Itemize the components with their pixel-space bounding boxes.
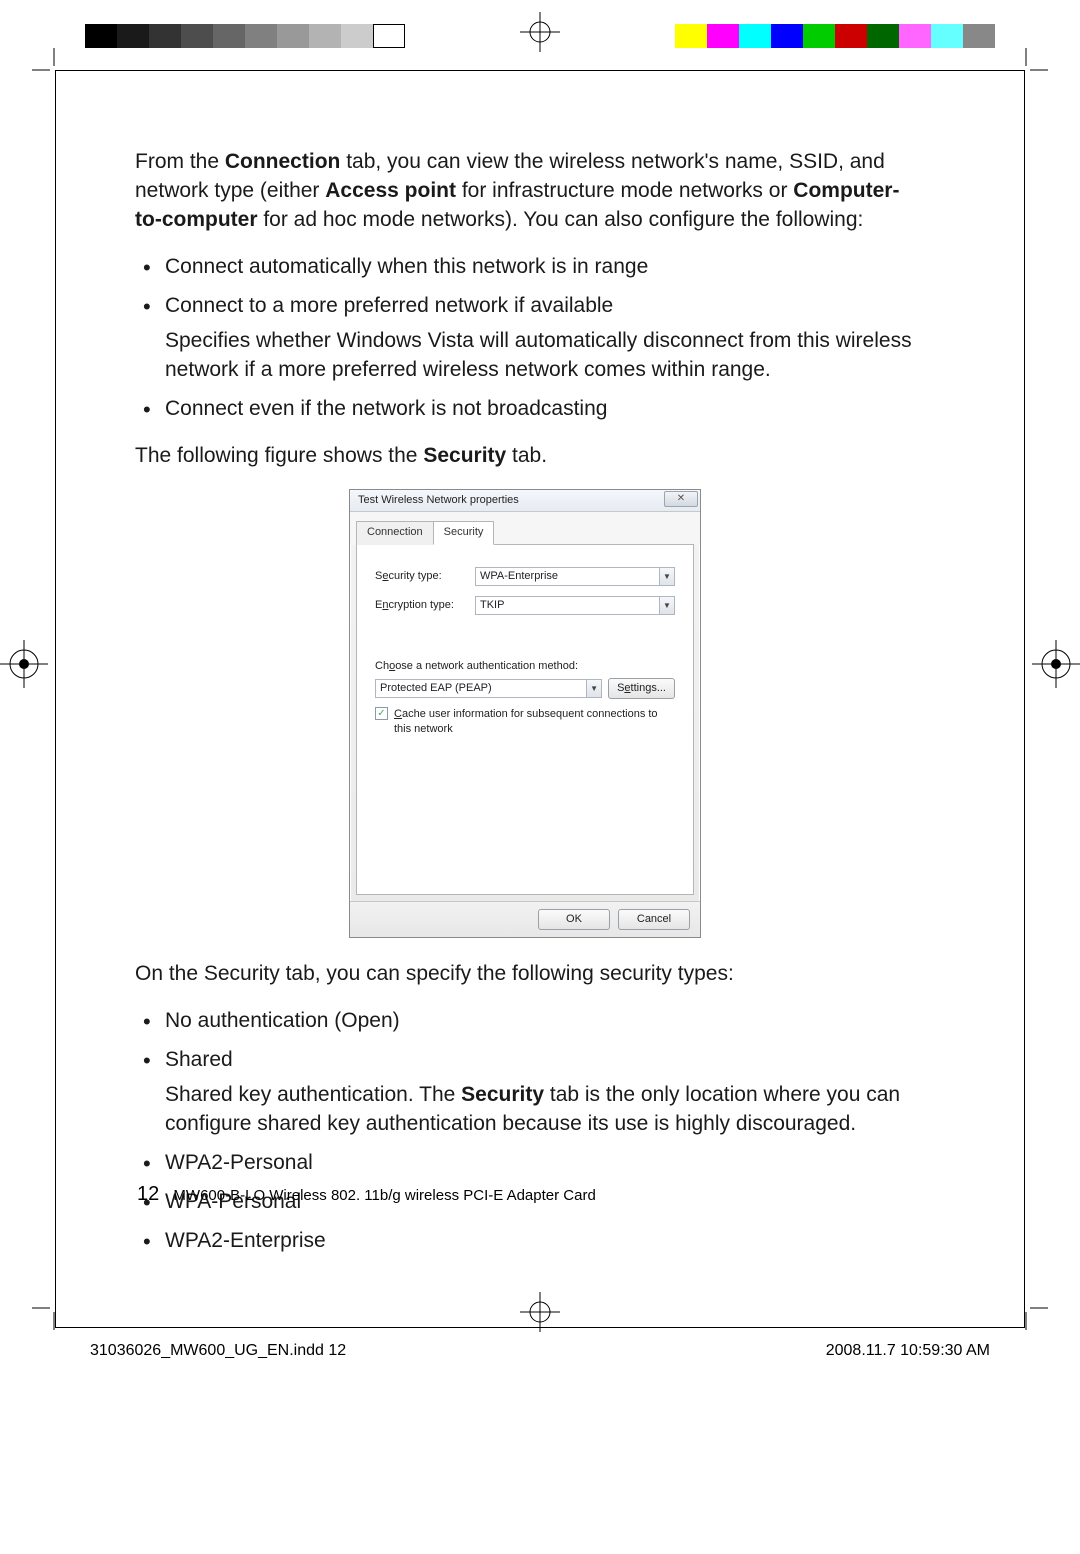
select-security-type[interactable]: WPA-Enterprise ▼ bbox=[475, 567, 675, 586]
paragraph-1: From the Connection tab, you can view th… bbox=[135, 148, 915, 235]
bold-text: Security bbox=[461, 1083, 544, 1106]
text: Shared key authentication. The bbox=[165, 1083, 461, 1106]
text: Specifies whether Windows Vista will aut… bbox=[165, 327, 915, 385]
chevron-down-icon: ▼ bbox=[586, 680, 601, 697]
text: Connect to a more preferred network if a… bbox=[165, 294, 613, 317]
chevron-down-icon: ▼ bbox=[659, 597, 674, 614]
text: for infrastructure mode networks or bbox=[456, 179, 793, 202]
text: Connect automatically when this network … bbox=[165, 255, 648, 278]
page-number: 12 bbox=[137, 1183, 159, 1205]
tab-row: Connection Security bbox=[356, 520, 694, 545]
text: WPA2-Personal bbox=[165, 1151, 313, 1174]
text: Shared bbox=[165, 1048, 233, 1071]
list-item: WPA2-Personal bbox=[135, 1149, 915, 1178]
dialog-titlebar: Test Wireless Network properties ✕ bbox=[350, 490, 700, 512]
list-item: Connect even if the network is not broad… bbox=[135, 395, 915, 424]
tab-panel-security: Security type: WPA-Enterprise ▼ Encrypti… bbox=[356, 545, 694, 895]
paragraph-3: On the Security tab, you can specify the… bbox=[135, 960, 915, 989]
list-item: No authentication (Open) bbox=[135, 1007, 915, 1036]
text: tab. bbox=[506, 444, 547, 467]
select-value: WPA-Enterprise bbox=[480, 570, 558, 582]
tab-security[interactable]: Security bbox=[433, 521, 495, 545]
dialog-title: Test Wireless Network properties bbox=[358, 494, 519, 506]
list-item: WPA2-Enterprise bbox=[135, 1227, 915, 1256]
label-auth-method: Choose a network authentication method: bbox=[375, 659, 675, 674]
registration-mark-left bbox=[0, 640, 48, 693]
text: for ad hoc mode networks). You can also … bbox=[258, 208, 864, 231]
chevron-down-icon: ▼ bbox=[659, 568, 674, 585]
bullet-list-1: Connect automatically when this network … bbox=[135, 253, 915, 424]
grayscale-bar bbox=[85, 24, 405, 48]
footer-product-title: MW600-B-LO Wireless 802. 11b/g wireless … bbox=[173, 1187, 595, 1204]
select-value: TKIP bbox=[480, 599, 504, 611]
cancel-button[interactable]: Cancel bbox=[618, 909, 690, 930]
text: No authentication (Open) bbox=[165, 1009, 400, 1032]
ok-button[interactable]: OK bbox=[538, 909, 610, 930]
registration-mark-right bbox=[1032, 640, 1080, 693]
close-button[interactable]: ✕ bbox=[664, 491, 698, 507]
text: Connect even if the network is not broad… bbox=[165, 397, 607, 420]
text: From the bbox=[135, 150, 225, 173]
select-auth-method[interactable]: Protected EAP (PEAP) ▼ bbox=[375, 679, 602, 698]
proof-timestamp: 2008.11.7 10:59:30 AM bbox=[826, 1342, 990, 1360]
bold-text: Connection bbox=[225, 150, 341, 173]
proof-file: 31036026_MW600_UG_EN.indd 12 bbox=[90, 1342, 346, 1360]
list-item: Shared Shared key authentication. The Se… bbox=[135, 1046, 915, 1139]
registration-mark-top bbox=[520, 12, 560, 52]
close-icon: ✕ bbox=[677, 492, 685, 506]
bold-text: Security bbox=[423, 444, 506, 467]
checkbox-icon: ✓ bbox=[375, 707, 388, 720]
proof-footer: 31036026_MW600_UG_EN.indd 12 2008.11.7 1… bbox=[90, 1342, 990, 1360]
text: WPA2-Enterprise bbox=[165, 1229, 326, 1252]
select-value: Protected EAP (PEAP) bbox=[380, 682, 492, 694]
wireless-properties-dialog: Test Wireless Network properties ✕ Conne… bbox=[349, 489, 701, 938]
settings-button[interactable]: Settings... bbox=[608, 678, 675, 699]
color-bar bbox=[675, 24, 995, 48]
list-item: Connect to a more preferred network if a… bbox=[135, 292, 915, 385]
paragraph-2: The following figure shows the Security … bbox=[135, 442, 915, 471]
tab-connection[interactable]: Connection bbox=[356, 521, 434, 545]
checkbox-cache-user-info[interactable]: ✓ Cache user information for subsequent … bbox=[375, 707, 675, 737]
dialog-footer: OK Cancel bbox=[350, 901, 700, 937]
bold-text: Access point bbox=[325, 179, 456, 202]
page-footer: 12 MW600-B-LO Wireless 802. 11b/g wirele… bbox=[137, 1184, 596, 1204]
select-encryption-type[interactable]: TKIP ▼ bbox=[475, 596, 675, 615]
list-item: Connect automatically when this network … bbox=[135, 253, 915, 282]
text: The following figure shows the bbox=[135, 444, 423, 467]
label-encryption-type: Encryption type: bbox=[375, 598, 475, 613]
bullet-list-2: No authentication (Open) Shared Shared k… bbox=[135, 1007, 915, 1256]
label-security-type: Security type: bbox=[375, 569, 475, 584]
page-body: From the Connection tab, you can view th… bbox=[135, 148, 915, 1266]
